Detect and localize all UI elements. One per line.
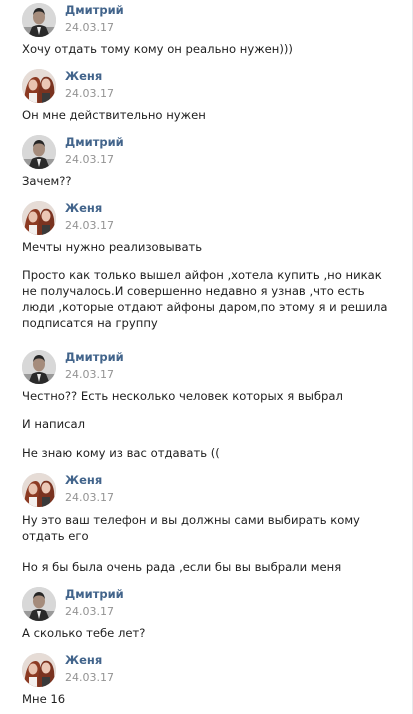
message-text: Хочу отдать тому кому он реально нужен))… <box>22 42 293 56</box>
message-date: 24.03.17 <box>65 87 114 100</box>
dmitry-avatar-icon <box>22 3 56 37</box>
avatar[interactable] <box>22 3 56 37</box>
dmitry-avatar-icon <box>22 587 56 621</box>
message-author[interactable]: Дмитрий <box>65 3 124 17</box>
message-author[interactable]: Женя <box>65 201 102 215</box>
message-date: 24.03.17 <box>65 605 114 618</box>
message-text: Зачем?? <box>22 174 72 188</box>
message-text: И написал <box>22 417 86 431</box>
message-date: 24.03.17 <box>65 671 114 684</box>
message-author[interactable]: Дмитрий <box>65 587 124 601</box>
message-date: 24.03.17 <box>65 368 114 381</box>
avatar[interactable] <box>22 350 56 384</box>
avatar[interactable] <box>22 473 56 507</box>
message-author[interactable]: Женя <box>65 653 102 667</box>
avatar[interactable] <box>22 69 56 103</box>
message-header: Дмитрий 24.03.17 <box>22 350 382 386</box>
zhenya-avatar-icon <box>22 69 56 103</box>
message-author[interactable]: Женя <box>65 69 102 83</box>
dmitry-avatar-icon <box>22 350 56 384</box>
message-text: А сколько тебе лет? <box>22 626 146 640</box>
message-date: 24.03.17 <box>65 153 114 166</box>
message-text: Не знаю кому из вас отдавать (( <box>22 446 220 460</box>
message-date: 24.03.17 <box>65 21 114 34</box>
message-text: Мне 16 <box>22 692 66 706</box>
message-header: Женя 24.03.17 <box>22 201 382 237</box>
zhenya-avatar-icon <box>22 653 56 687</box>
chat-history: Дмитрий 24.03.17 Хочу отдать тому кому о… <box>0 0 413 714</box>
message-text: Мечты нужно реализовывать <box>22 240 203 254</box>
message-header: Дмитрий 24.03.17 <box>22 135 382 171</box>
message-header: Дмитрий 24.03.17 <box>22 587 382 623</box>
message-text: Ну это ваш телефон и вы должны сами выби… <box>22 513 360 543</box>
message-author[interactable]: Дмитрий <box>65 350 124 364</box>
message-header: Женя 24.03.17 <box>22 473 382 509</box>
message-text: Но я бы была очень рада ,если бы вы выбр… <box>22 560 342 574</box>
message-text: Честно?? Есть несколько человек которых … <box>22 389 343 403</box>
message-date: 24.03.17 <box>65 491 114 504</box>
message-header: Дмитрий 24.03.17 <box>22 3 382 39</box>
message-author[interactable]: Дмитрий <box>65 135 124 149</box>
message-header: Женя 24.03.17 <box>22 653 382 689</box>
message-text: Он мне действительно нужен <box>22 108 206 122</box>
avatar[interactable] <box>22 201 56 235</box>
message-date: 24.03.17 <box>65 219 114 232</box>
message-header: Женя 24.03.17 <box>22 69 382 105</box>
dmitry-avatar-icon <box>22 135 56 169</box>
message-author[interactable]: Женя <box>65 473 102 487</box>
avatar[interactable] <box>22 135 56 169</box>
message-text: Просто как только вышел айфон ,хотела ку… <box>22 268 388 330</box>
zhenya-avatar-icon <box>22 473 56 507</box>
zhenya-avatar-icon <box>22 201 56 235</box>
avatar[interactable] <box>22 587 56 621</box>
avatar[interactable] <box>22 653 56 687</box>
